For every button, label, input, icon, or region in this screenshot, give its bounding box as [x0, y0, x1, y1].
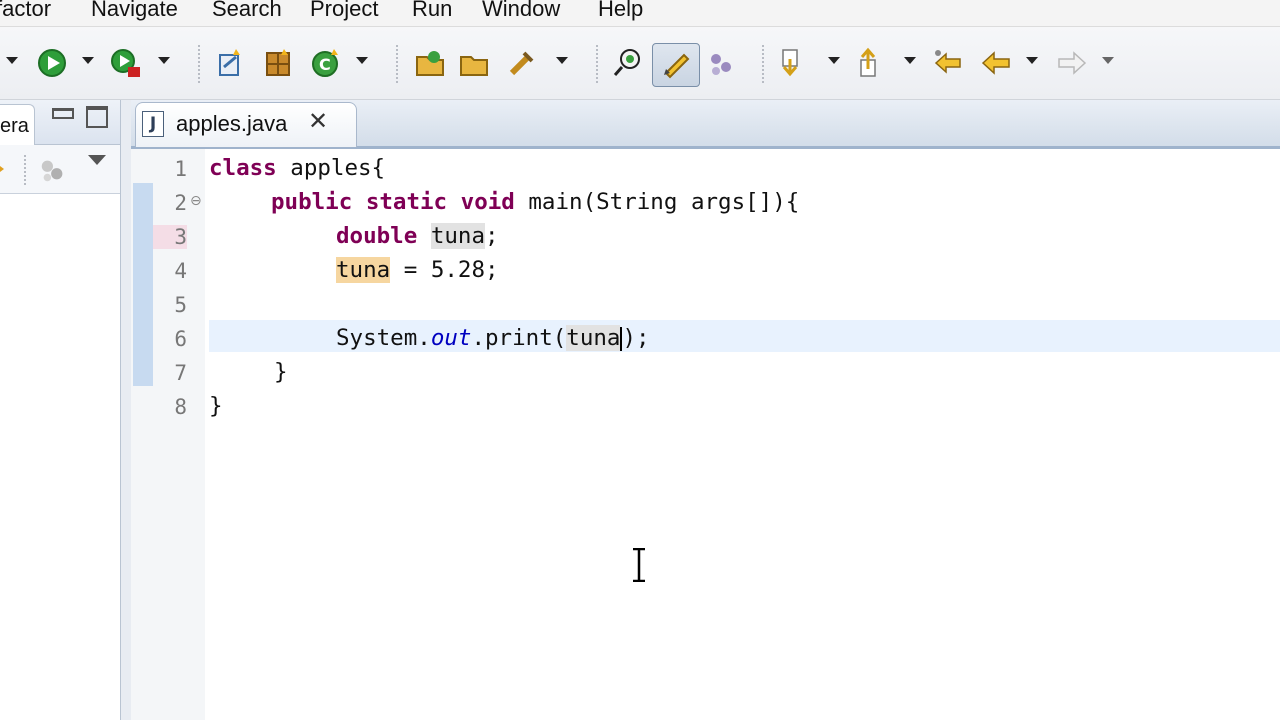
line-number: 8 [174, 395, 187, 419]
code-text: ); [622, 325, 650, 351]
menu-bar: factor Navigate Search Project Run Windo… [0, 0, 1280, 27]
line-number: 3 [153, 225, 187, 249]
variable-occurrence: tuna [430, 223, 486, 249]
quick-diff-change-bar [133, 183, 155, 386]
external-tools-dropdown-icon[interactable] [158, 57, 170, 64]
next-annotation-icon[interactable] [778, 47, 810, 79]
link-with-editor-icon[interactable] [38, 155, 68, 185]
code-text: System. [336, 325, 431, 351]
code-text: } [209, 393, 223, 419]
show-whitespace-icon[interactable] [706, 47, 738, 79]
run-icon[interactable] [36, 47, 68, 79]
menu-window[interactable]: Window [482, 0, 560, 22]
code-area[interactable]: class apples{ public static void main(St… [209, 149, 1280, 720]
keyword: public static void [271, 189, 515, 215]
toolbar-separator [396, 45, 398, 83]
toggle-breadcrumb-icon[interactable] [612, 47, 644, 79]
previous-annotation-dropdown-icon[interactable] [904, 57, 916, 64]
code-text: main(String args[]){ [514, 189, 800, 215]
back-dropdown-icon[interactable] [1026, 57, 1038, 64]
run-dropdown-icon[interactable] [82, 57, 94, 64]
keyword: double [336, 223, 418, 249]
last-edit-location-icon[interactable] [932, 47, 964, 79]
menu-project[interactable]: Project [310, 0, 378, 22]
code-text: .print( [471, 325, 567, 351]
forward-dropdown-icon[interactable] [1102, 57, 1114, 64]
editor-tabstrip: J apples.java ✕ [131, 100, 1280, 149]
new-class-icon[interactable]: C [310, 47, 342, 79]
search-tool-icon[interactable] [506, 47, 538, 79]
menu-refactor[interactable]: factor [0, 0, 51, 22]
toolbar-separator [198, 45, 200, 83]
package-explorer-panel: era [0, 100, 121, 720]
left-panel-tab-label: era [0, 115, 29, 137]
line-number: 1 [174, 157, 187, 181]
toolbar-separator [762, 45, 764, 83]
code-editor: J apples.java ✕ 1 2 ⊖ 3 4 5 6 7 8 class … [131, 100, 1280, 720]
menu-run[interactable]: Run [412, 0, 452, 22]
line-number: 7 [174, 361, 187, 385]
keyword: class [209, 155, 277, 181]
line-number: 4 [174, 259, 187, 283]
menu-search[interactable]: Search [212, 0, 282, 22]
dropdown-arrow-icon[interactable] [6, 57, 18, 64]
collapse-all-icon[interactable] [0, 163, 4, 175]
code-line-7: } [274, 359, 288, 385]
text-cursor-icon [632, 547, 646, 583]
new-package-icon[interactable] [262, 47, 294, 79]
maximize-icon[interactable] [86, 106, 108, 128]
mark-occurrences-icon [660, 47, 692, 79]
code-line-2: public static void main(String args[]){ [271, 189, 799, 215]
previous-annotation-icon[interactable] [856, 47, 888, 79]
view-menu-icon[interactable] [88, 155, 106, 165]
code-text: = 5.28; [390, 257, 499, 283]
line-number: 5 [174, 293, 187, 317]
line-number: 6 [174, 327, 187, 351]
close-icon[interactable]: ✕ [308, 107, 328, 136]
left-panel-tab[interactable]: era [0, 104, 35, 145]
menu-navigate[interactable]: Navigate [91, 0, 178, 22]
code-text: } [274, 359, 288, 385]
back-icon[interactable] [980, 47, 1012, 79]
left-panel-tabstrip: era [0, 100, 120, 145]
code-text: ; [485, 223, 499, 249]
toolbar-separator [24, 155, 26, 185]
variable-occurrence: tuna [566, 325, 621, 351]
menu-help[interactable]: Help [598, 0, 643, 22]
line-number: 2 [174, 191, 187, 215]
svg-text:C: C [319, 55, 331, 74]
forward-icon [1056, 47, 1088, 79]
open-type-icon[interactable] [414, 47, 446, 79]
minimize-icon[interactable] [52, 108, 74, 119]
code-line-1: class apples{ [209, 155, 385, 181]
java-file-icon: J [142, 111, 164, 137]
search-dropdown-icon[interactable] [556, 57, 568, 64]
variable-write-occurrence: tuna [336, 257, 391, 283]
toolbar-separator [596, 45, 598, 83]
new-java-project-icon[interactable] [216, 47, 248, 79]
editor-tab-apples-java[interactable]: J apples.java ✕ [135, 102, 357, 147]
code-line-3: double tuna; [336, 223, 499, 249]
code-line-4: tuna = 5.28; [336, 257, 499, 283]
fold-collapse-icon[interactable]: ⊖ [190, 193, 202, 209]
code-line-6: System.out.print(tuna); [336, 325, 650, 351]
main-toolbar: C [0, 27, 1280, 100]
static-field: out [430, 325, 472, 351]
open-folder-icon[interactable] [458, 47, 490, 79]
code-line-8: } [209, 393, 223, 419]
editor-tab-title: apples.java [176, 111, 288, 136]
left-panel-toolbar [0, 145, 120, 194]
panel-splitter[interactable] [121, 100, 131, 720]
next-annotation-dropdown-icon[interactable] [828, 57, 840, 64]
new-class-dropdown-icon[interactable] [356, 57, 368, 64]
line-number-ruler: 1 2 ⊖ 3 4 5 6 7 8 [153, 149, 205, 720]
code-text: apples{ [276, 155, 386, 181]
run-external-tool-icon[interactable] [110, 47, 142, 79]
